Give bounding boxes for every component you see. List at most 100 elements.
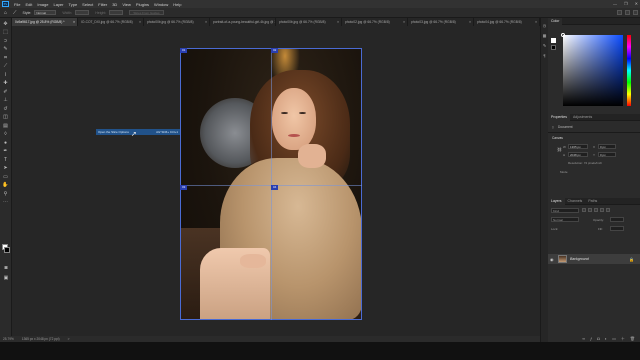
- slice-tag-01[interactable]: 01: [180, 48, 188, 53]
- layer-filter-kind[interactable]: Kind: [551, 208, 579, 213]
- slice-tool-icon[interactable]: ⟋: [2, 63, 10, 69]
- filter-type-icon[interactable]: [594, 208, 598, 212]
- tab-close-icon[interactable]: ×: [337, 18, 339, 26]
- tab-close-icon[interactable]: ×: [535, 18, 537, 26]
- slice-options-hint[interactable]: Open the Slice Options Alt/ Shift+ Ctrl+…: [96, 129, 180, 135]
- blend-mode-select[interactable]: Normal: [551, 217, 579, 222]
- home-icon[interactable]: ⌂: [4, 10, 7, 16]
- width-field[interactable]: [75, 10, 90, 15]
- tab-close-icon[interactable]: ×: [205, 18, 207, 26]
- more-tools-icon[interactable]: ⋯: [2, 199, 10, 205]
- search-icon[interactable]: [617, 10, 622, 15]
- history-icon[interactable]: ◷: [542, 23, 547, 28]
- brush-settings-icon[interactable]: ✎: [542, 43, 547, 48]
- tab-close-icon[interactable]: ×: [139, 18, 141, 26]
- fg-chip[interactable]: [551, 38, 556, 43]
- tab-document-3[interactable]: photo00b.jpg @ 66.7% (RGB/8) ×: [144, 18, 210, 26]
- bg-chip[interactable]: [551, 45, 556, 50]
- menu-layer[interactable]: Layer: [53, 2, 63, 7]
- swatches-icon[interactable]: ▦: [542, 33, 547, 38]
- quick-select-tool-icon[interactable]: ✎: [2, 46, 10, 52]
- slices-from-guides-button[interactable]: Slices From Guides: [129, 10, 164, 15]
- opacity-field[interactable]: [610, 217, 624, 222]
- folder-icon[interactable]: ▭: [612, 336, 616, 342]
- document-canvas[interactable]: 01 02 03 04 Open the Slice Options Alt/ …: [12, 26, 540, 336]
- marquee-tool-icon[interactable]: ⬚: [2, 29, 10, 35]
- hue-slider[interactable]: [627, 35, 631, 106]
- slice-tag-02[interactable]: 02: [271, 48, 279, 53]
- slice-tag-04[interactable]: 04: [271, 185, 279, 190]
- layer-row-background[interactable]: ◉ Background 🔒: [548, 254, 640, 264]
- blur-tool-icon[interactable]: ◊: [2, 131, 10, 137]
- close-icon[interactable]: ✕: [635, 1, 638, 6]
- quick-mask-icon[interactable]: ◙: [2, 265, 10, 271]
- menu-view[interactable]: View: [122, 2, 131, 7]
- lasso-tool-icon[interactable]: ↄ: [2, 38, 10, 44]
- history-brush-icon[interactable]: ↺: [2, 106, 10, 112]
- dodge-tool-icon[interactable]: ●: [2, 140, 10, 146]
- filter-pixel-icon[interactable]: [582, 208, 586, 212]
- menu-plugins[interactable]: Plugins: [136, 2, 149, 7]
- tab-properties[interactable]: Properties: [548, 113, 570, 121]
- tab-channels[interactable]: Channels: [565, 198, 586, 205]
- tab-adjustments[interactable]: Adjustments: [570, 114, 595, 121]
- healing-brush-icon[interactable]: ✚: [2, 80, 10, 86]
- tab-document-7[interactable]: photo03.jpg @ 66.7% (RGB/8) ×: [408, 18, 474, 26]
- adjustment-icon[interactable]: ◐: [605, 336, 607, 342]
- tab-close-icon[interactable]: ×: [403, 18, 405, 26]
- canvas-height-field[interactable]: 2048 px: [568, 152, 588, 157]
- gradient-tool-icon[interactable]: ▤: [2, 123, 10, 129]
- layer-name[interactable]: Background: [570, 257, 589, 261]
- shape-tool-icon[interactable]: ▭: [2, 174, 10, 180]
- paragraph-icon[interactable]: ¶: [542, 53, 547, 58]
- canvas-x-field[interactable]: 0 px: [598, 144, 616, 149]
- height-field[interactable]: [109, 10, 124, 15]
- menu-edit[interactable]: Edit: [25, 2, 32, 7]
- tab-document-1[interactable]: 0c9a9617.jpg @ 25.8% (RGB/8) * ×: [12, 18, 78, 26]
- move-tool-icon[interactable]: ✥: [2, 21, 10, 27]
- menu-3d[interactable]: 3D: [112, 2, 117, 7]
- tab-document-4[interactable]: portrait-of-a-young-beautiful-girl-4k.jp…: [210, 18, 276, 26]
- mask-icon[interactable]: ◘: [597, 336, 599, 342]
- trash-icon[interactable]: 🗑: [630, 336, 635, 342]
- filter-shape-icon[interactable]: [600, 208, 604, 212]
- tab-close-icon[interactable]: ×: [73, 18, 75, 26]
- style-select[interactable]: Normal: [34, 10, 57, 15]
- zoom-tool-icon[interactable]: ⚲: [2, 191, 10, 197]
- background-color-swatch[interactable]: [4, 247, 10, 253]
- status-arrow-icon[interactable]: >: [68, 337, 70, 341]
- minimize-icon[interactable]: —: [613, 1, 617, 6]
- canvas-y-field[interactable]: 0 px: [598, 152, 616, 157]
- tab-document-6[interactable]: photo02.jpg @ 66.7% (RGB/8) ×: [342, 18, 408, 26]
- link-layers-icon[interactable]: ∞: [582, 336, 585, 342]
- menu-filter[interactable]: Filter: [98, 2, 107, 7]
- restore-icon[interactable]: ❐: [624, 1, 628, 6]
- zoom-level[interactable]: 25.79%: [3, 337, 14, 341]
- tab-close-icon[interactable]: ×: [469, 18, 471, 26]
- menu-select[interactable]: Select: [82, 2, 93, 7]
- menu-window[interactable]: Window: [154, 2, 168, 7]
- crop-tool-icon[interactable]: ⌗: [2, 55, 10, 61]
- workspace-icon[interactable]: [625, 10, 630, 15]
- tab-document-2[interactable]: IO-COT_DXI.jpg @ 66.7% (RGB/8) ×: [78, 18, 144, 26]
- hand-tool-icon[interactable]: ✋: [2, 182, 10, 188]
- tab-document-8[interactable]: photo04.jpg @ 66.7% (RGB/8) ×: [474, 18, 540, 26]
- stamp-tool-icon[interactable]: ⊥: [2, 97, 10, 103]
- slice-guide-vertical[interactable]: [271, 48, 272, 320]
- fill-field[interactable]: [610, 226, 624, 231]
- path-select-icon[interactable]: ➤: [2, 165, 10, 171]
- type-tool-icon[interactable]: T: [2, 157, 10, 163]
- visibility-eye-icon[interactable]: ◉: [550, 257, 555, 262]
- menu-type[interactable]: Type: [69, 2, 78, 7]
- color-picker-ring[interactable]: [561, 33, 565, 37]
- new-layer-icon[interactable]: ＋: [621, 336, 625, 342]
- color-picker-field[interactable]: [563, 35, 623, 106]
- slice-tag-03[interactable]: 03: [180, 185, 188, 190]
- menu-help[interactable]: Help: [173, 2, 181, 7]
- canvas-width-field[interactable]: 1365 px: [568, 144, 588, 149]
- slice-tool-icon[interactable]: ⟋: [13, 10, 17, 16]
- fx-icon[interactable]: ƒ: [590, 336, 592, 342]
- tab-document-5[interactable]: photo00b.jpg @ 66.7% (RGB/8) ×: [276, 18, 342, 26]
- menu-image[interactable]: Image: [37, 2, 48, 7]
- menu-file[interactable]: File: [14, 2, 20, 7]
